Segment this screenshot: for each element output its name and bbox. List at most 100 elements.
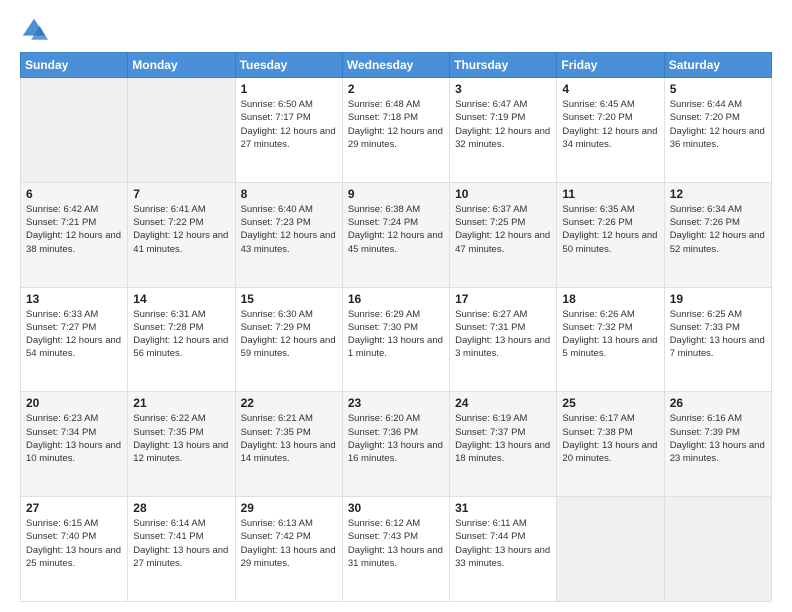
week-row-0: 1 Sunrise: 6:50 AMSunset: 7:17 PMDaylight… [21,78,772,183]
calendar-cell: 21Sunrise: 6:22 AMSunset: 7:35 PMDayligh… [128,392,235,497]
weekday-header-sunday: Sunday [21,53,128,78]
day-number: 27 [26,501,122,515]
day-info: Sunrise: 6:29 AMSunset: 7:30 PMDaylight:… [348,308,444,361]
calendar-cell: 6Sunrise: 6:42 AMSunset: 7:21 PMDaylight… [21,182,128,287]
week-row-1: 6Sunrise: 6:42 AMSunset: 7:21 PMDaylight… [21,182,772,287]
calendar-cell: 27 Sunrise: 6:15 AMSunset: 7:40 PMDayligh… [21,497,128,602]
day-number: 29 [241,501,337,515]
day-info: Sunrise: 6:41 AMSunset: 7:22 PMDaylight:… [133,203,229,256]
weekday-header-row: SundayMondayTuesdayWednesdayThursdayFrid… [21,53,772,78]
day-info: Sunrise: 6:48 AMSunset: 7:18 PMDaylight:… [348,98,444,151]
header [20,16,772,44]
logo [20,16,52,44]
calendar-cell: 8 Sunrise: 6:40 AMSunset: 7:23 PMDaylight… [235,182,342,287]
calendar-cell: 11 Sunrise: 6:35 AMSunset: 7:26 PMDayligh… [557,182,664,287]
day-number: 22 [241,396,337,410]
day-number: 11 [562,187,658,201]
calendar-cell: 18 Sunrise: 6:26 AMSunset: 7:32 PMDayligh… [557,287,664,392]
day-info: Sunrise: 6:30 AMSunset: 7:29 PMDaylight:… [241,308,337,361]
day-number: 23 [348,396,444,410]
calendar-cell: 17 Sunrise: 6:27 AMSunset: 7:31 PMDayligh… [450,287,557,392]
calendar-cell: 10 Sunrise: 6:37 AMSunset: 7:25 PMDayligh… [450,182,557,287]
weekday-header-wednesday: Wednesday [342,53,449,78]
weekday-header-saturday: Saturday [664,53,771,78]
calendar-cell: 28Sunrise: 6:14 AMSunset: 7:41 PMDayligh… [128,497,235,602]
calendar-cell: 22 Sunrise: 6:21 AMSunset: 7:35 PMDayligh… [235,392,342,497]
day-info: Sunrise: 6:38 AMSunset: 7:24 PMDaylight:… [348,203,444,256]
day-number: 26 [670,396,766,410]
day-number: 9 [348,187,444,201]
calendar-cell: 25 Sunrise: 6:17 AMSunset: 7:38 PMDayligh… [557,392,664,497]
weekday-header-monday: Monday [128,53,235,78]
week-row-4: 27 Sunrise: 6:15 AMSunset: 7:40 PMDayligh… [21,497,772,602]
calendar-cell: 31Sunrise: 6:11 AMSunset: 7:44 PMDayligh… [450,497,557,602]
day-info: Sunrise: 6:50 AMSunset: 7:17 PMDaylight:… [241,98,337,151]
day-info: Sunrise: 6:26 AMSunset: 7:32 PMDaylight:… [562,308,658,361]
day-info: Sunrise: 6:14 AMSunset: 7:41 PMDaylight:… [133,517,229,570]
day-number: 21 [133,396,229,410]
weekday-header-tuesday: Tuesday [235,53,342,78]
week-row-2: 13Sunrise: 6:33 AMSunset: 7:27 PMDayligh… [21,287,772,392]
day-number: 1 [241,82,337,96]
day-number: 10 [455,187,551,201]
day-info: Sunrise: 6:21 AMSunset: 7:35 PMDaylight:… [241,412,337,465]
logo-icon [20,16,48,44]
day-number: 2 [348,82,444,96]
calendar-cell: 2 Sunrise: 6:48 AMSunset: 7:18 PMDaylight… [342,78,449,183]
day-info: Sunrise: 6:23 AMSunset: 7:34 PMDaylight:… [26,412,122,465]
calendar-cell: 3Sunrise: 6:47 AMSunset: 7:19 PMDaylight… [450,78,557,183]
calendar-cell: 12Sunrise: 6:34 AMSunset: 7:26 PMDayligh… [664,182,771,287]
day-info: Sunrise: 6:33 AMSunset: 7:27 PMDaylight:… [26,308,122,361]
calendar-cell [557,497,664,602]
day-info: Sunrise: 6:11 AMSunset: 7:44 PMDaylight:… [455,517,551,570]
day-info: Sunrise: 6:37 AMSunset: 7:25 PMDaylight:… [455,203,551,256]
calendar-cell: 7Sunrise: 6:41 AMSunset: 7:22 PMDaylight… [128,182,235,287]
day-number: 24 [455,396,551,410]
day-info: Sunrise: 6:31 AMSunset: 7:28 PMDaylight:… [133,308,229,361]
day-number: 3 [455,82,551,96]
day-info: Sunrise: 6:16 AMSunset: 7:39 PMDaylight:… [670,412,766,465]
calendar-cell: 20 Sunrise: 6:23 AMSunset: 7:34 PMDayligh… [21,392,128,497]
calendar-cell: 30 Sunrise: 6:12 AMSunset: 7:43 PMDayligh… [342,497,449,602]
calendar-cell: 23 Sunrise: 6:20 AMSunset: 7:36 PMDayligh… [342,392,449,497]
calendar-cell: 13Sunrise: 6:33 AMSunset: 7:27 PMDayligh… [21,287,128,392]
day-info: Sunrise: 6:45 AMSunset: 7:20 PMDaylight:… [562,98,658,151]
day-info: Sunrise: 6:27 AMSunset: 7:31 PMDaylight:… [455,308,551,361]
day-number: 6 [26,187,122,201]
calendar-cell [664,497,771,602]
day-number: 18 [562,292,658,306]
day-number: 16 [348,292,444,306]
day-number: 14 [133,292,229,306]
day-number: 19 [670,292,766,306]
calendar-cell: 5 Sunrise: 6:44 AMSunset: 7:20 PMDaylight… [664,78,771,183]
day-info: Sunrise: 6:12 AMSunset: 7:43 PMDaylight:… [348,517,444,570]
calendar-cell: 14 Sunrise: 6:31 AMSunset: 7:28 PMDayligh… [128,287,235,392]
calendar-cell: 15 Sunrise: 6:30 AMSunset: 7:29 PMDayligh… [235,287,342,392]
week-row-3: 20 Sunrise: 6:23 AMSunset: 7:34 PMDayligh… [21,392,772,497]
calendar-cell: 9 Sunrise: 6:38 AMSunset: 7:24 PMDaylight… [342,182,449,287]
day-info: Sunrise: 6:19 AMSunset: 7:37 PMDaylight:… [455,412,551,465]
calendar-cell: 26 Sunrise: 6:16 AMSunset: 7:39 PMDayligh… [664,392,771,497]
weekday-header-thursday: Thursday [450,53,557,78]
calendar-cell: 4Sunrise: 6:45 AMSunset: 7:20 PMDaylight… [557,78,664,183]
day-info: Sunrise: 6:34 AMSunset: 7:26 PMDaylight:… [670,203,766,256]
day-info: Sunrise: 6:35 AMSunset: 7:26 PMDaylight:… [562,203,658,256]
day-info: Sunrise: 6:17 AMSunset: 7:38 PMDaylight:… [562,412,658,465]
day-info: Sunrise: 6:15 AMSunset: 7:40 PMDaylight:… [26,517,122,570]
calendar-cell: 19Sunrise: 6:25 AMSunset: 7:33 PMDayligh… [664,287,771,392]
day-number: 5 [670,82,766,96]
calendar-cell: 24 Sunrise: 6:19 AMSunset: 7:37 PMDayligh… [450,392,557,497]
day-number: 15 [241,292,337,306]
day-info: Sunrise: 6:40 AMSunset: 7:23 PMDaylight:… [241,203,337,256]
day-number: 20 [26,396,122,410]
day-info: Sunrise: 6:13 AMSunset: 7:42 PMDaylight:… [241,517,337,570]
calendar-cell [128,78,235,183]
calendar-cell: 1 Sunrise: 6:50 AMSunset: 7:17 PMDaylight… [235,78,342,183]
day-info: Sunrise: 6:44 AMSunset: 7:20 PMDaylight:… [670,98,766,151]
day-number: 25 [562,396,658,410]
day-number: 17 [455,292,551,306]
weekday-header-friday: Friday [557,53,664,78]
day-info: Sunrise: 6:20 AMSunset: 7:36 PMDaylight:… [348,412,444,465]
day-number: 30 [348,501,444,515]
day-number: 8 [241,187,337,201]
